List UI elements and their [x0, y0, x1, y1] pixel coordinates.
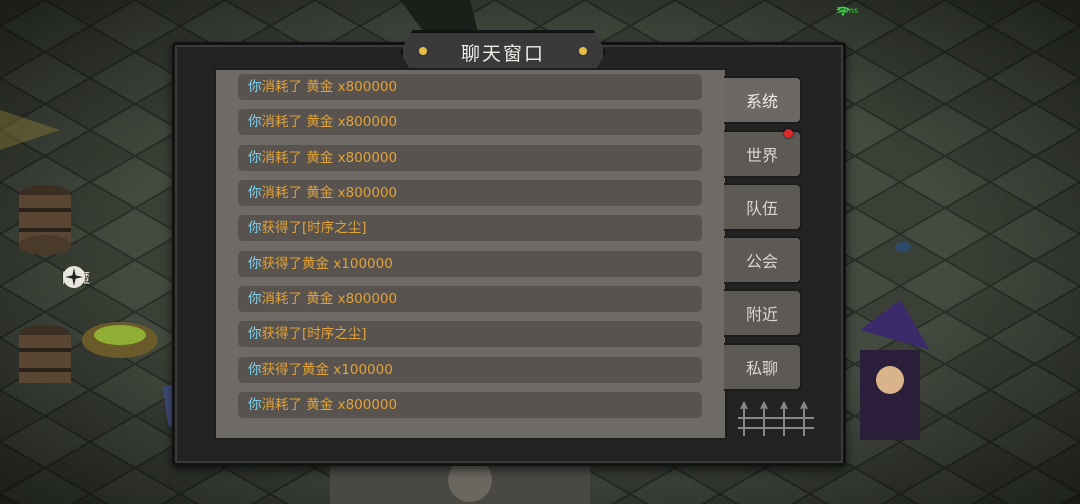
- chat-message: 你消耗了 黄金 x800000: [238, 74, 702, 100]
- title-dot-right: [579, 47, 587, 55]
- tab-guild[interactable]: 公会: [724, 236, 802, 284]
- network-status: 33ms: [836, 6, 858, 16]
- chat-message: 你消耗了 黄金 x800000: [238, 145, 702, 171]
- tab-nearby[interactable]: 附近: [724, 289, 802, 337]
- wifi-icon: [836, 6, 850, 16]
- chat-message: 你消耗了 黄金 x800000: [238, 180, 702, 206]
- chat-message: 你消耗了 黄金 x800000: [238, 109, 702, 135]
- chat-message: 你消耗了 黄金 x800000: [238, 286, 702, 312]
- enchant-icon: [63, 266, 85, 288]
- enchant-hotspot[interactable]: 附魔: [62, 265, 152, 291]
- chat-message: 你获得了[时序之尘]: [238, 215, 702, 241]
- tab-private[interactable]: 私聊: [724, 343, 802, 391]
- chat-message: 你消耗了 黄金 x800000: [238, 392, 702, 418]
- chat-message-list[interactable]: 你消耗了 黄金 x800000 你消耗了 黄金 x800000 你消耗了 黄金 …: [214, 68, 727, 440]
- title-dot-left: [419, 47, 427, 55]
- tab-system[interactable]: 系统: [724, 76, 802, 124]
- fence-decoration: [738, 400, 814, 436]
- barrel-icon: [19, 185, 71, 255]
- chat-message: 你获得了[时序之尘]: [238, 321, 702, 347]
- world-notification-badge: [784, 129, 793, 138]
- chat-title: 聊天窗口: [460, 42, 545, 65]
- chat-message: 你获得了黄金 x100000: [238, 251, 702, 277]
- chat-message: 你获得了黄金 x100000: [238, 357, 702, 383]
- tab-team[interactable]: 队伍: [724, 183, 802, 231]
